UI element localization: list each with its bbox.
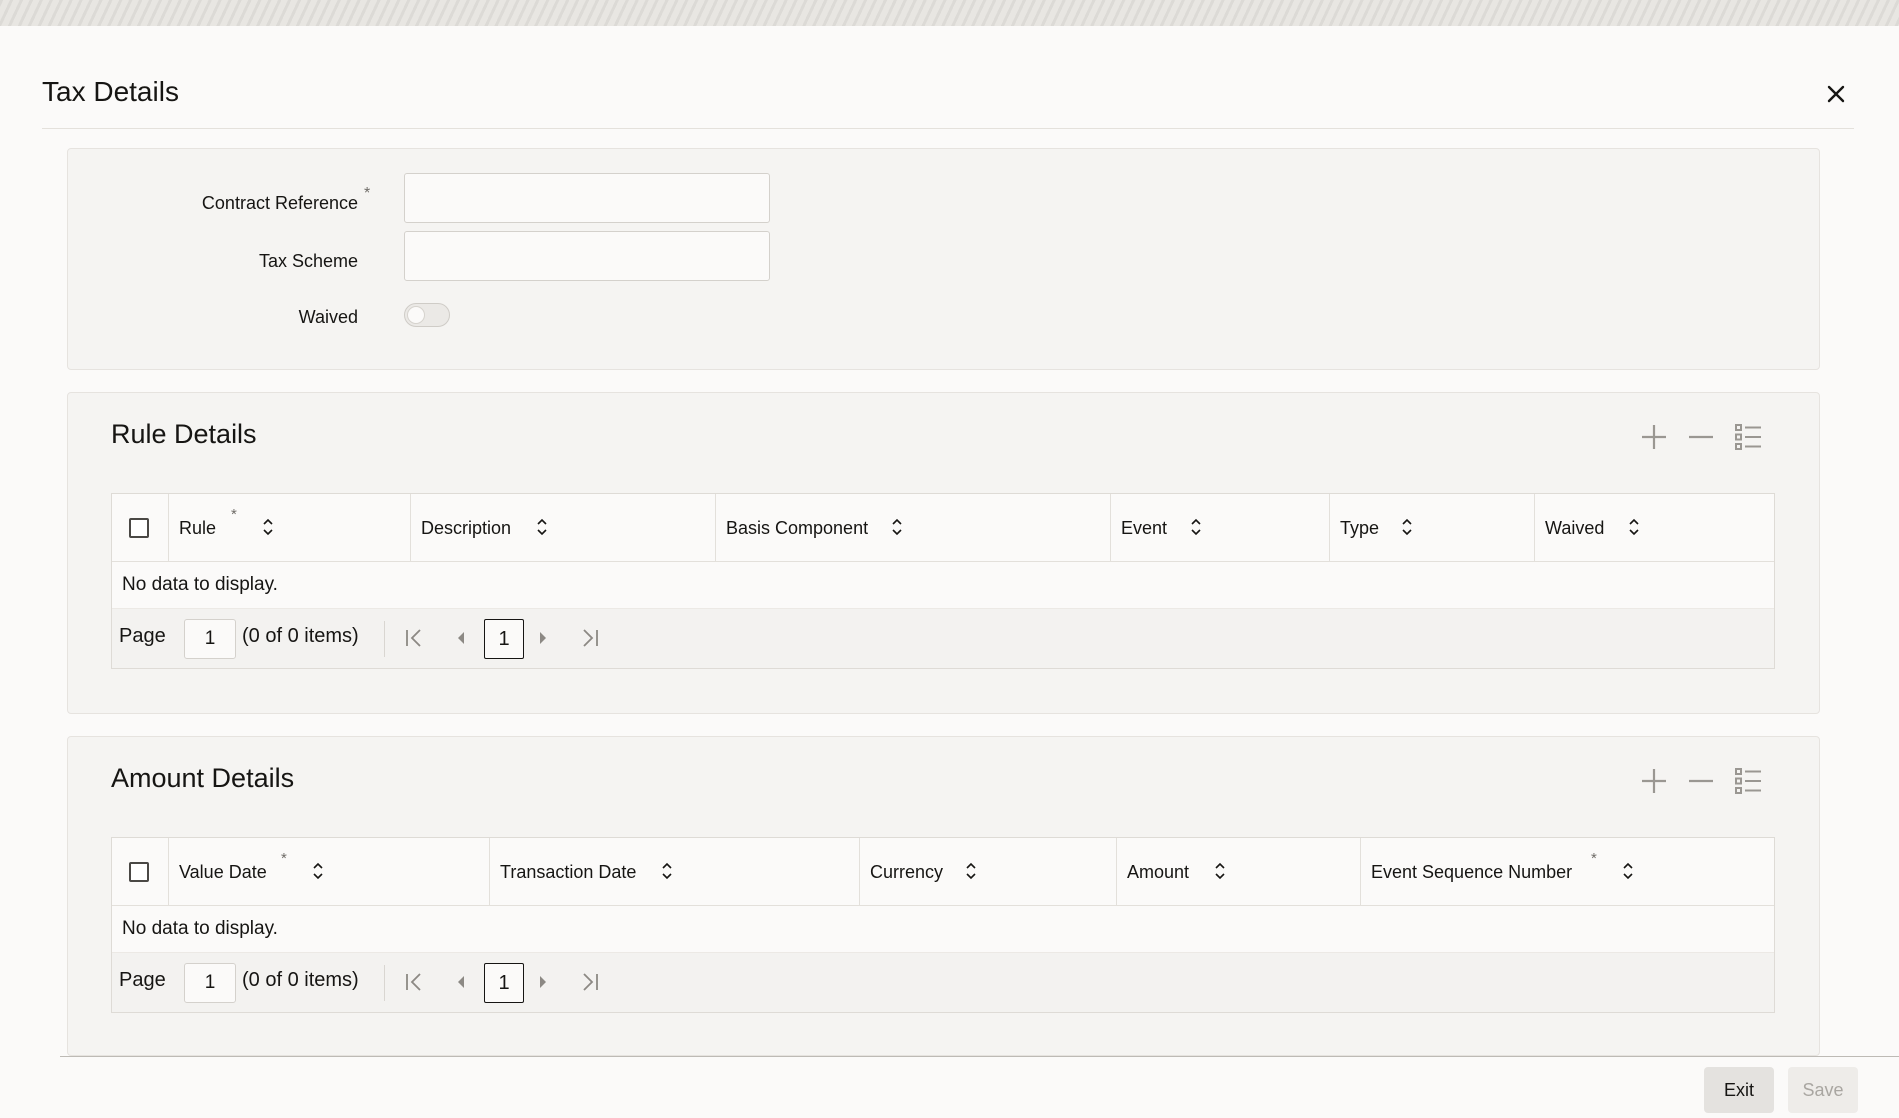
page-input[interactable] <box>184 963 236 1003</box>
first-page-icon[interactable] <box>401 625 427 651</box>
column-label: Transaction Date <box>500 862 637 882</box>
column-label: Rule <box>179 518 217 538</box>
sort-icon[interactable] <box>1400 516 1414 538</box>
rule-details-grid: Rule * Description Basis Component Event <box>111 493 1775 669</box>
background-strip <box>0 0 1899 26</box>
sort-icon[interactable] <box>890 516 904 538</box>
next-page-icon[interactable] <box>530 625 556 651</box>
select-all-checkbox[interactable] <box>129 518 149 538</box>
column-label: Value Date <box>179 862 267 882</box>
close-icon[interactable] <box>1820 78 1852 110</box>
tax-details-dialog: Tax Details Contract Reference * Tax Sch… <box>0 26 1899 1118</box>
column-label: Waived <box>1545 518 1605 538</box>
first-page-icon[interactable] <box>401 969 427 995</box>
sort-icon[interactable] <box>1213 860 1227 882</box>
contract-reference-label: Contract Reference <box>201 193 358 213</box>
grid-header: Rule * Description Basis Component Event <box>112 494 1774 562</box>
list-icon[interactable] <box>1730 419 1766 455</box>
dialog-title: Tax Details <box>42 76 179 107</box>
prev-page-icon[interactable] <box>448 969 474 995</box>
required-mark: * <box>281 850 287 867</box>
current-page-button[interactable]: 1 <box>484 963 524 1003</box>
tax-scheme-input[interactable] <box>404 231 770 281</box>
column-currency[interactable]: Currency <box>859 838 1116 906</box>
empty-message: No data to display. <box>112 562 1774 608</box>
page-label: Page <box>119 969 166 991</box>
page-label: Page <box>119 625 166 647</box>
pagination: Page (0 of 0 items) 1 <box>112 608 1774 668</box>
column-label: Basis Component <box>726 518 869 538</box>
column-type[interactable]: Type <box>1329 494 1534 562</box>
waived-label: Waived <box>298 307 358 327</box>
empty-message: No data to display. <box>112 906 1774 952</box>
pager-divider <box>384 965 385 1001</box>
sort-icon[interactable] <box>964 860 978 882</box>
next-page-icon[interactable] <box>530 969 556 995</box>
pager-divider <box>384 621 385 657</box>
sort-icon[interactable] <box>535 516 549 538</box>
toggle-knob <box>407 306 425 324</box>
column-basis-component[interactable]: Basis Component <box>715 494 1110 562</box>
column-label: Amount <box>1127 862 1190 882</box>
items-count: (0 of 0 items) <box>242 625 359 647</box>
last-page-icon[interactable] <box>577 969 603 995</box>
rule-details-title: Rule Details <box>111 419 257 449</box>
current-page-button[interactable]: 1 <box>484 619 524 659</box>
header-form-panel: Contract Reference * Tax Scheme Waived <box>67 148 1820 370</box>
column-label: Description <box>421 518 512 538</box>
exit-button[interactable]: Exit <box>1704 1067 1774 1113</box>
column-waived[interactable]: Waived <box>1534 494 1774 562</box>
column-rule[interactable]: Rule * <box>168 494 410 562</box>
items-count: (0 of 0 items) <box>242 969 359 991</box>
footer-divider <box>60 1056 1899 1057</box>
select-all-checkbox[interactable] <box>129 862 149 882</box>
plus-icon[interactable] <box>1636 763 1672 799</box>
column-event-sequence-number[interactable]: Event Sequence Number * <box>1360 838 1774 906</box>
sort-icon[interactable] <box>261 516 275 538</box>
column-value-date[interactable]: Value Date * <box>168 838 489 906</box>
column-description[interactable]: Description <box>410 494 715 562</box>
rule-details-panel: Rule Details Rule * Description Basis Co… <box>67 392 1820 714</box>
sort-icon[interactable] <box>1627 516 1641 538</box>
sort-icon[interactable] <box>660 860 674 882</box>
prev-page-icon[interactable] <box>448 625 474 651</box>
column-transaction-date[interactable]: Transaction Date <box>489 838 859 906</box>
required-mark: * <box>364 185 371 202</box>
tax-scheme-label: Tax Scheme <box>258 251 358 271</box>
column-label: Currency <box>870 862 944 882</box>
amount-details-panel: Amount Details Value Date * Transaction … <box>67 736 1820 1056</box>
title-divider <box>42 128 1854 129</box>
column-label: Event <box>1121 518 1168 538</box>
sort-icon[interactable] <box>1621 860 1635 882</box>
required-mark: * <box>231 506 237 523</box>
column-label: Type <box>1340 518 1380 538</box>
sort-icon[interactable] <box>1189 516 1203 538</box>
amount-details-title: Amount Details <box>111 763 295 793</box>
required-mark: * <box>1591 850 1597 867</box>
last-page-icon[interactable] <box>577 625 603 651</box>
column-amount[interactable]: Amount <box>1116 838 1360 906</box>
grid-header: Value Date * Transaction Date Currency A… <box>112 838 1774 906</box>
column-label: Event Sequence Number <box>1371 862 1573 882</box>
amount-details-grid: Value Date * Transaction Date Currency A… <box>111 837 1775 1013</box>
page-input[interactable] <box>184 619 236 659</box>
sort-icon[interactable] <box>311 860 325 882</box>
contract-reference-input[interactable] <box>404 173 770 223</box>
save-button[interactable]: Save <box>1788 1067 1858 1113</box>
list-icon[interactable] <box>1730 763 1766 799</box>
waived-toggle[interactable] <box>404 303 450 327</box>
minus-icon[interactable] <box>1683 419 1719 455</box>
pagination: Page (0 of 0 items) 1 <box>112 952 1774 1012</box>
plus-icon[interactable] <box>1636 419 1672 455</box>
minus-icon[interactable] <box>1683 763 1719 799</box>
column-event[interactable]: Event <box>1110 494 1329 562</box>
